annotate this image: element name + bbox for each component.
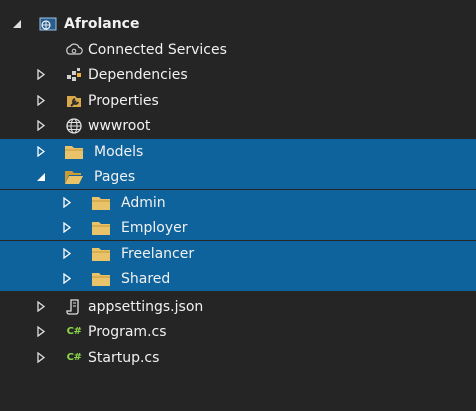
collapsed-arrow-icon[interactable] bbox=[35, 300, 47, 314]
tree-item-label: Admin bbox=[121, 194, 166, 211]
tree-item-connected-services[interactable]: Connected Services bbox=[0, 37, 476, 62]
folder-icon bbox=[91, 219, 111, 237]
collapsed-arrow-icon[interactable] bbox=[35, 119, 47, 133]
collapsed-arrow-icon[interactable] bbox=[35, 94, 47, 108]
tree-item-label: appsettings.json bbox=[88, 298, 204, 315]
connected-services-icon bbox=[64, 41, 84, 59]
collapsed-arrow-icon[interactable] bbox=[35, 68, 47, 82]
csharp-file-icon: C# bbox=[66, 326, 82, 337]
expanded-arrow-icon[interactable] bbox=[11, 17, 23, 31]
tree-item-label: Startup.cs bbox=[88, 349, 160, 366]
tree-item-freelancer[interactable]: Freelancer bbox=[0, 241, 476, 266]
tree-item-label: Connected Services bbox=[88, 41, 227, 58]
folder-icon bbox=[91, 270, 111, 288]
tree-item-admin[interactable]: Admin bbox=[0, 190, 476, 215]
collapsed-arrow-icon[interactable] bbox=[61, 272, 73, 286]
json-settings-icon bbox=[64, 298, 84, 316]
open-folder-icon bbox=[64, 168, 84, 186]
tree-item-label: Shared bbox=[121, 270, 171, 287]
tree-item-shared[interactable]: Shared bbox=[0, 266, 476, 291]
tree-item-startup-cs[interactable]: C# Startup.cs bbox=[0, 345, 476, 370]
tree-item-employer[interactable]: Employer bbox=[0, 215, 476, 240]
tree-item-models[interactable]: Models bbox=[0, 139, 476, 164]
tree-item-properties[interactable]: Properties bbox=[0, 88, 476, 113]
collapsed-arrow-icon[interactable] bbox=[61, 247, 73, 261]
tree-item-label: Models bbox=[94, 143, 144, 160]
folder-icon bbox=[91, 194, 111, 212]
folder-icon bbox=[91, 245, 111, 263]
tree-item-pages[interactable]: Pages bbox=[0, 164, 476, 189]
tree-item-wwwroot[interactable]: wwwroot bbox=[0, 113, 476, 138]
tree-item-dependencies[interactable]: Dependencies bbox=[0, 62, 476, 87]
tree-item-appsettings[interactable]: appsettings.json bbox=[0, 294, 476, 319]
tree-item-program-cs[interactable]: C# Program.cs bbox=[0, 319, 476, 344]
collapsed-arrow-icon[interactable] bbox=[35, 145, 47, 159]
tree-item-label: Employer bbox=[121, 219, 188, 236]
tree-item-label: Program.cs bbox=[88, 323, 167, 340]
collapsed-arrow-icon[interactable] bbox=[35, 325, 47, 339]
tree-item-label: Dependencies bbox=[88, 66, 188, 83]
folder-icon bbox=[64, 143, 84, 161]
expanded-arrow-icon[interactable] bbox=[35, 170, 47, 184]
dependencies-icon bbox=[64, 66, 84, 84]
csharp-file-icon: C# bbox=[66, 352, 82, 363]
tree-item-project[interactable]: Afrolance bbox=[0, 11, 476, 36]
tree-item-label: Freelancer bbox=[121, 245, 195, 262]
tree-item-label: Pages bbox=[94, 168, 136, 185]
solution-explorer-tree: Afrolance Connected Services Dependencie… bbox=[0, 0, 476, 411]
properties-wrench-icon bbox=[64, 92, 84, 110]
globe-icon bbox=[64, 117, 84, 135]
project-name: Afrolance bbox=[64, 15, 140, 32]
collapsed-arrow-icon[interactable] bbox=[35, 351, 47, 365]
web-project-icon bbox=[38, 15, 58, 33]
tree-item-label: wwwroot bbox=[88, 117, 151, 134]
collapsed-arrow-icon[interactable] bbox=[61, 196, 73, 210]
tree-item-label: Properties bbox=[88, 92, 159, 109]
collapsed-arrow-icon[interactable] bbox=[61, 221, 73, 235]
